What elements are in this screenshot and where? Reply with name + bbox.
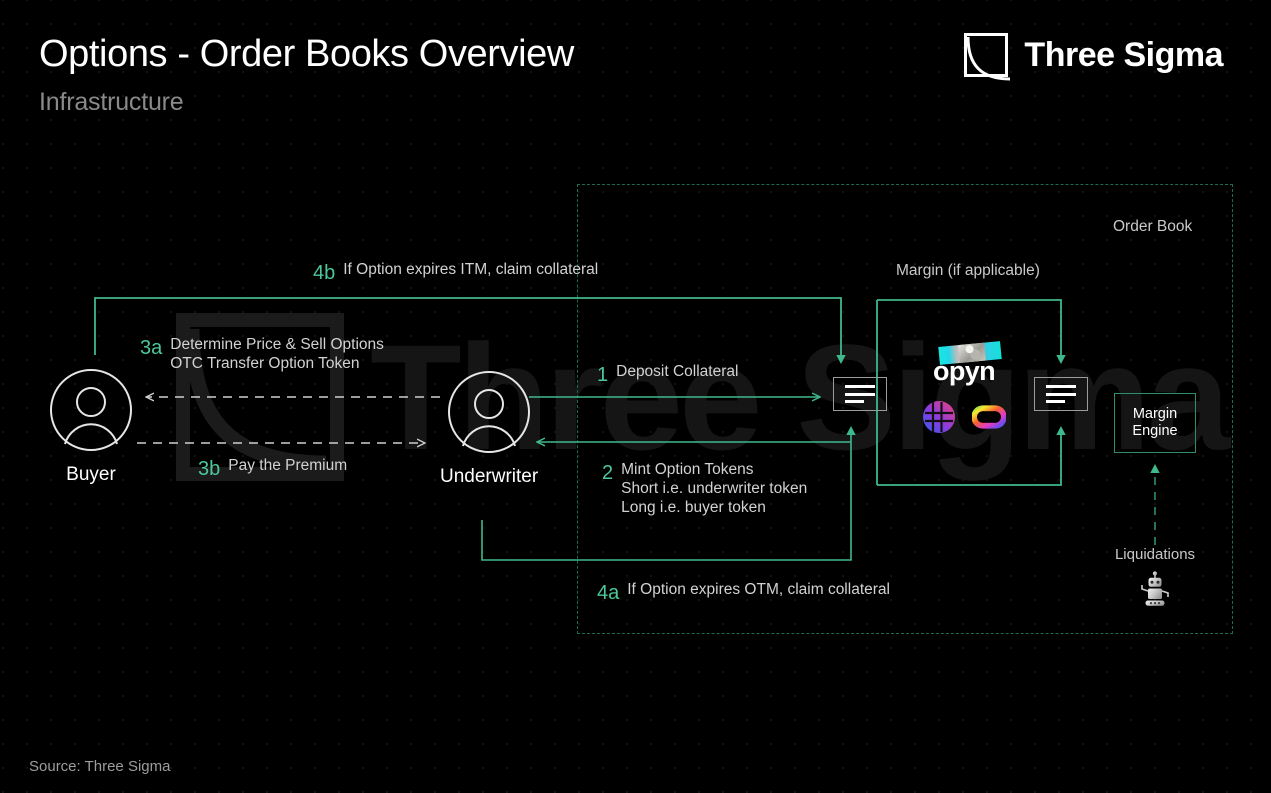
order-book-line: [1046, 392, 1076, 396]
step-3b: 3b Pay the Premium: [198, 457, 347, 481]
step-4a-text: If Option expires OTM, claim collateral: [627, 581, 890, 600]
actor-buyer-label: Buyer: [66, 464, 116, 485]
liquidations-label: Liquidations: [1114, 546, 1196, 563]
step-4b: 4b If Option expires ITM, claim collater…: [313, 261, 598, 285]
step-2-number: 2: [602, 462, 614, 484]
margin-engine-node[interactable]: Margin Engine: [1114, 393, 1196, 453]
step-1: 1 Deposit Collateral: [597, 363, 738, 387]
order-book-line: [845, 392, 875, 396]
user-avatar-icon: [448, 371, 531, 453]
step-4a-number: 4a: [597, 582, 620, 604]
actor-buyer[interactable]: Buyer: [49, 368, 133, 486]
step-3a-number: 3a: [140, 337, 163, 359]
step-3b-line-1: Pay the Premium: [228, 457, 348, 474]
order-book-line: [845, 400, 864, 403]
step-1-line-1: Deposit Collateral: [616, 363, 739, 380]
step-4b-number: 4b: [313, 262, 336, 284]
venue-cluster: opyn: [905, 341, 1023, 434]
order-book-line: [1046, 400, 1065, 403]
margin-engine-label-line1: Margin: [1132, 406, 1178, 423]
opyn-logo[interactable]: opyn: [921, 341, 1007, 392]
step-3a-text: Determine Price & Sell Options OTC Trans…: [170, 336, 384, 374]
robot-icon: [1141, 571, 1169, 606]
order-book-line: [1046, 385, 1076, 388]
step-4a-line-1: If Option expires OTM, claim collateral: [627, 581, 890, 598]
step-3a-line-1: Determine Price & Sell Options: [170, 336, 384, 353]
order-book-icon-right[interactable]: [1034, 377, 1088, 411]
step-2-line-3: Long i.e. buyer token: [621, 498, 766, 516]
step-4b-text: If Option expires ITM, claim collateral: [343, 261, 598, 280]
step-1-number: 1: [597, 364, 609, 386]
step-3b-number: 3b: [198, 458, 221, 480]
step-4a: 4a If Option expires OTM, claim collater…: [597, 581, 890, 605]
order-book-line: [845, 385, 875, 388]
gradient-globe-icon[interactable]: [922, 400, 956, 434]
venue-protocol-row: [922, 400, 1006, 434]
step-2-text: Mint Option Tokens Short i.e. underwrite…: [621, 461, 807, 518]
actor-underwriter-label: Underwriter: [440, 466, 539, 487]
step-4b-line-1: If Option expires ITM, claim collateral: [343, 261, 599, 278]
slide-canvas: Three Sigma Options - Order Books Overvi…: [0, 0, 1271, 793]
step-1-text: Deposit Collateral: [616, 363, 738, 382]
step-2-line-2: Short i.e. underwriter token: [621, 479, 808, 497]
step-2: 2 Mint Option Tokens Short i.e. underwri…: [602, 461, 807, 518]
opyn-wordmark: opyn: [932, 356, 996, 386]
rainbow-peanut-icon[interactable]: [972, 400, 1006, 434]
step-3a-line-2: OTC Transfer Option Token: [170, 354, 360, 372]
step-2-line-1: Mint Option Tokens: [621, 461, 754, 478]
liquidations-node[interactable]: Liquidations: [1097, 546, 1213, 609]
order-book-icon-left[interactable]: [833, 377, 887, 411]
step-3a: 3a Determine Price & Sell Options OTC Tr…: [140, 336, 384, 374]
user-avatar-icon: [50, 369, 132, 451]
actor-underwriter[interactable]: Underwriter: [440, 370, 538, 488]
flow-margin-bottom: [877, 426, 1066, 486]
step-3b-text: Pay the Premium: [228, 457, 347, 476]
margin-engine-label-line2: Engine: [1132, 423, 1178, 439]
